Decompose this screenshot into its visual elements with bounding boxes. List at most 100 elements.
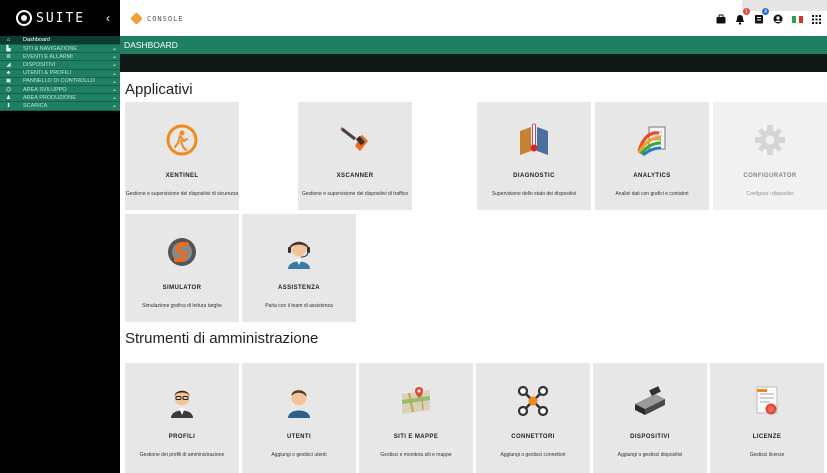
tool-card-profili[interactable]: PROFILI Gestione dei profili di amminist… — [125, 363, 239, 473]
tool-desc: Gestisci e monitora siti e mappe — [380, 452, 452, 458]
connettori-icon — [476, 377, 590, 424]
app-desc: Gestione e supervisione dei dispositivi … — [125, 191, 239, 197]
xscanner-icon — [298, 116, 412, 163]
tool-card-siti-mappe[interactable]: SITI E MAPPE Gestisci e monitora siti e … — [359, 363, 473, 473]
logo-icon — [16, 10, 32, 26]
tool-name: PROFILI — [168, 434, 196, 440]
home-icon: ⌂ — [6, 37, 11, 43]
bell-badge: 1 — [743, 8, 750, 15]
app-card-assistenza[interactable]: ASSISTENZA Parla con il team di assisten… — [242, 214, 356, 322]
app-name: ASSISTENZA — [277, 285, 320, 291]
app-desc: Configura i dispositivi — [746, 191, 794, 197]
tool-name: SITI E MAPPE — [393, 434, 439, 440]
topbar: CONSOLE 1 4 — [120, 0, 827, 36]
tool-name: LICENZE — [752, 434, 782, 440]
sidebar-item-dispositivi[interactable]: ◢ DISPOSITIVI ⌄ — [0, 61, 120, 70]
chevron-down-icon: ⌄ — [111, 62, 117, 69]
app-card-xscanner[interactable]: XSCANNER Gestione e supervisione dei dis… — [298, 102, 412, 210]
alarm-icon: ≣ — [6, 53, 11, 60]
app-card-simulator[interactable]: SIMULATOR Simulazione grafica di lettura… — [125, 214, 239, 322]
sidebar-item-label: PANNELLO DI CONTROLLO — [23, 78, 95, 85]
tool-desc: Gestisci licenze — [749, 452, 785, 458]
tool-desc: Gestione dei profili di amministrazione — [139, 452, 225, 458]
tool-card-dispositivi[interactable]: DISPOSITIVI Aggiungi o gestisci disposit… — [593, 363, 707, 473]
section-title-admin: Strumenti di amministrazione — [125, 330, 319, 347]
brand[interactable]: SUITE ‹ — [0, 0, 120, 36]
sidebar-item-eventi-allarmi[interactable]: ≣ EVENTI E ALLARMI ⌄ — [0, 53, 120, 62]
task-icon[interactable]: 4 — [754, 8, 769, 25]
app-card-configurator[interactable]: CONFIGURATOR Configura i dispositivi — [713, 102, 827, 210]
map-icon — [359, 377, 473, 424]
app-name: ANALYTICS — [633, 173, 671, 179]
main-content: Applicativi XENTINEL Gestione e supervis… — [120, 72, 827, 473]
tool-card-connettori[interactable]: CONNETTORI Aggiungi o gestisci connettor… — [476, 363, 590, 473]
app-card-diagnostic[interactable]: DIAGNOSTIC Supervisione dello stato dei … — [477, 102, 591, 210]
tool-card-licenze[interactable]: LICENZE Gestisci licenze — [710, 363, 824, 473]
sidebar-item-label: AREA SVILUPPO — [23, 86, 67, 93]
sidebar-item-label: EVENTI E ALLARMI — [23, 53, 73, 60]
analytics-icon — [595, 116, 709, 163]
sidebar: SUITE ‹ ⌂ Dashboard ▙ SITI & NAVIGAZIONE… — [0, 0, 120, 473]
tool-name: DISPOSITIVI — [630, 434, 670, 440]
profili-icon — [125, 377, 239, 424]
app-name: XSCANNER — [336, 173, 374, 179]
apps-icon[interactable] — [812, 13, 821, 25]
console-label: CONSOLE — [147, 15, 184, 23]
sidebar-item-utenti-profili[interactable]: ♣ UTENTI & PROFILI ⌄ — [0, 69, 120, 78]
flag-it-icon[interactable] — [792, 13, 804, 25]
chevron-down-icon: ⌄ — [111, 54, 117, 61]
tool-card-utenti[interactable]: UTENTI Aggiungi o gestisci utenti — [242, 363, 356, 473]
app-card-xentinel[interactable]: XENTINEL Gestione e supervisione dei dis… — [125, 102, 239, 210]
dispositivi-icon — [593, 377, 707, 424]
sidebar-item-label: AREA PRODUZIONE — [23, 94, 76, 101]
section-title-applicativi: Applicativi — [125, 81, 193, 98]
configurator-icon — [713, 116, 827, 163]
sidebar-item-label: DISPOSITIVI — [23, 61, 56, 68]
sidebar-item-pannello-controllo[interactable]: ▣ PANNELLO DI CONTROLLO ⌄ — [0, 77, 120, 86]
production-icon: ♟ — [6, 94, 11, 101]
user-icon[interactable] — [773, 13, 783, 25]
tool-desc: Aggiungi o gestisci utenti — [271, 452, 327, 458]
sidebar-item-siti-navigazione[interactable]: ▙ SITI & NAVIGAZIONE ⌄ — [0, 45, 120, 54]
app-name: DIAGNOSTIC — [513, 173, 555, 179]
sidebar-item-area-produzione[interactable]: ♟ AREA PRODUZIONE ⌄ — [0, 94, 120, 103]
page-title-bar: DASHBOARD — [120, 36, 827, 54]
sidebar-item-label: SCARICA — [23, 102, 48, 109]
app-desc: Gestione e supervisione dei dispositivi … — [301, 191, 409, 197]
device-icon: ◢ — [6, 61, 11, 68]
assistenza-icon — [242, 228, 356, 275]
top-gray-strip — [742, 0, 827, 11]
page-title: DASHBOARD — [124, 40, 178, 50]
app-desc: Simulazione grafica di lettura targhe — [142, 303, 222, 309]
console-logo[interactable]: CONSOLE — [130, 12, 184, 25]
chevron-down-icon: ⌄ — [111, 70, 117, 77]
chevron-down-icon: ⌄ — [111, 86, 117, 93]
chevron-down-icon: ⌄ — [111, 78, 117, 85]
tool-name: UTENTI — [286, 434, 312, 440]
tool-desc: Aggiungi o gestisci dispositivi — [617, 452, 683, 458]
bell-icon[interactable]: 1 — [735, 8, 750, 25]
sidebar-nav: ⌂ Dashboard ▙ SITI & NAVIGAZIONE ⌄ ≣ EVE… — [0, 36, 120, 111]
licenze-icon — [710, 377, 824, 424]
download-icon: ⬇ — [6, 102, 11, 109]
app-desc: Parla con il team di assistenza — [265, 303, 333, 309]
users-icon: ♣ — [6, 70, 11, 77]
sidebar-item-scarica[interactable]: ⬇ SCARICA ⌄ — [0, 102, 120, 111]
app-card-analytics[interactable]: ANALYTICS Analisi dati con grafici e con… — [595, 102, 709, 210]
brand-name: SUITE — [36, 10, 86, 26]
dev-icon: ⌬ — [6, 86, 11, 93]
collapse-sidebar-icon[interactable]: ‹ — [106, 11, 110, 25]
chevron-down-icon: ⌄ — [111, 95, 117, 102]
toolbar-strip — [120, 54, 827, 72]
xentinel-icon — [125, 116, 239, 163]
building-icon: ▙ — [6, 45, 11, 52]
topbar-actions: 1 4 — [716, 8, 821, 25]
app-name: XENTINEL — [165, 173, 199, 179]
sidebar-item-dashboard[interactable]: ⌂ Dashboard — [0, 36, 120, 45]
sidebar-item-label: Dashboard — [23, 37, 50, 43]
app-desc: Supervisione dello stato dei dispositivi — [491, 191, 577, 197]
briefcase-icon[interactable] — [716, 13, 726, 25]
chevron-down-icon: ⌄ — [111, 103, 117, 110]
utenti-icon — [242, 377, 356, 424]
sidebar-item-area-sviluppo[interactable]: ⌬ AREA SVILUPPO ⌄ — [0, 85, 120, 95]
